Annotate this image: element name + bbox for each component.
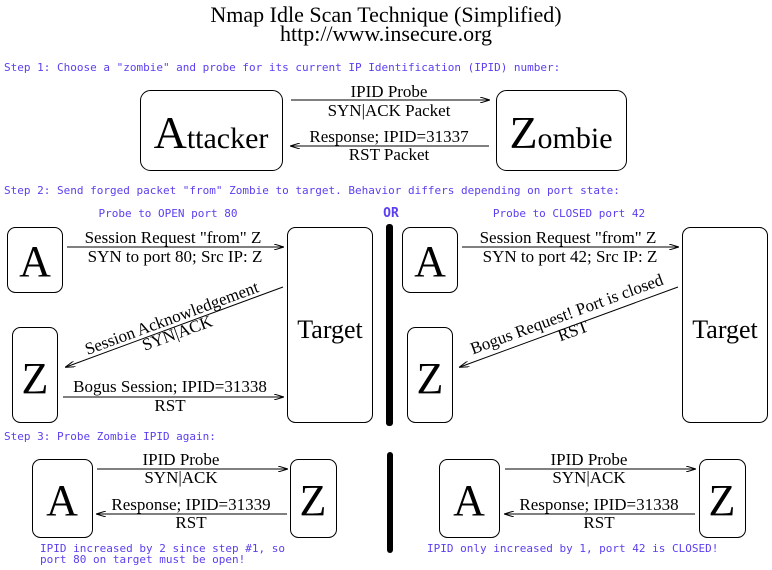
reply-label: Session Acknowledgement (82, 277, 261, 358)
response-packet-label: RST (583, 513, 615, 532)
closed-side: A Z Target Session Request "from" Z SYN … (402, 227, 768, 423)
zombie-label: ombie (538, 122, 613, 155)
zombie-reply-packet-label: RST (154, 396, 186, 415)
step2-heading: Step 2: Send forged packet "from" Zombie… (4, 184, 620, 197)
target-box-closed: Target (682, 227, 768, 423)
probe-packet-label: SYN|ACK (552, 468, 626, 487)
attacker-initial: A (453, 476, 485, 525)
target-label: Target (692, 315, 758, 344)
or-label: OR (383, 206, 399, 221)
conclusion-line: IPID only increased by 1, port 42 is CLO… (427, 542, 718, 555)
closed-port-label: Probe to CLOSED port 42 (493, 207, 645, 220)
response-packet-label: RST Packet (349, 145, 430, 164)
probe-label: IPID Probe (551, 450, 628, 469)
attacker-box-closed: A (402, 227, 458, 293)
step3-heading: Step 3: Probe Zombie IPID again: (4, 430, 216, 443)
step1-probe-arrow: IPID Probe SYN|ACK Packet (291, 82, 489, 120)
zombie-box: Zombie (496, 90, 627, 171)
attacker-box-step3-open: A (32, 459, 93, 538)
probe-label: IPID Probe (351, 82, 428, 101)
step1-response-arrow: Response; IPID=31337 RST Packet (291, 127, 489, 164)
probe-packet-label: SYN|ACK Packet (328, 101, 451, 120)
attacker-box-open: A (7, 227, 63, 293)
response-label: Response; IPID=31338 (519, 495, 678, 514)
target-box-open: Target (287, 227, 373, 423)
reply-label: Bogus Request! Port is closed (468, 270, 666, 358)
step3-open-side: A Z IPID Probe SYN|ACK Response; IPID=31… (32, 450, 337, 566)
attacker-box: Attacker (140, 90, 283, 171)
step3-closed-side: A Z IPID Probe SYN|ACK Response; IPID=31… (427, 450, 746, 555)
request-packet-label: SYN to port 80; Src IP: Z (88, 247, 263, 266)
probe-packet-label: SYN|ACK (144, 468, 218, 487)
zombie-box-closed: Z (407, 327, 453, 423)
request-label: Session Request "from" Z (85, 228, 262, 247)
zombie-initial: Z (509, 107, 537, 158)
request-label: Session Request "from" Z (480, 228, 657, 247)
open-side: A Z Target Session Request "from" Z SYN … (7, 227, 373, 423)
attacker-initial: A (414, 237, 446, 286)
attacker-initial: A (154, 107, 187, 158)
zombie-reply-label: Bogus Session; IPID=31338 (73, 377, 267, 396)
response-label: Response; IPID=31339 (111, 495, 270, 514)
probe-label: IPID Probe (143, 450, 220, 469)
attacker-label: ttacker (187, 122, 269, 155)
conclusion-line-2: port 80 on target must be open! (40, 553, 245, 566)
attacker-box-step3-closed: A (439, 459, 500, 538)
target-label: Target (297, 315, 363, 344)
diagram-subtitle-url: http://www.insecure.org (280, 21, 492, 46)
zombie-box-open: Z (12, 327, 58, 423)
attacker-initial: A (19, 237, 51, 286)
idle-scan-diagram: Nmap Idle Scan Technique (Simplified) ht… (4, 2, 768, 566)
attacker-initial: A (46, 476, 78, 525)
zombie-box-step3-closed: Z (699, 459, 746, 538)
divider-bar-step3 (387, 452, 393, 553)
response-packet-label: RST (175, 513, 207, 532)
zombie-box-step3-open: Z (290, 459, 337, 538)
response-label: Response; IPID=31337 (309, 127, 469, 146)
divider-bar-step2 (386, 224, 393, 426)
zombie-initial: Z (300, 476, 327, 525)
step1-heading: Step 1: Choose a "zombie" and probe for … (4, 61, 560, 74)
open-port-label: Probe to OPEN port 80 (98, 207, 237, 220)
zombie-initial: Z (22, 354, 49, 403)
request-packet-label: SYN to port 42; Src IP: Z (483, 247, 658, 266)
zombie-initial: Z (709, 476, 736, 525)
zombie-initial: Z (417, 354, 444, 403)
